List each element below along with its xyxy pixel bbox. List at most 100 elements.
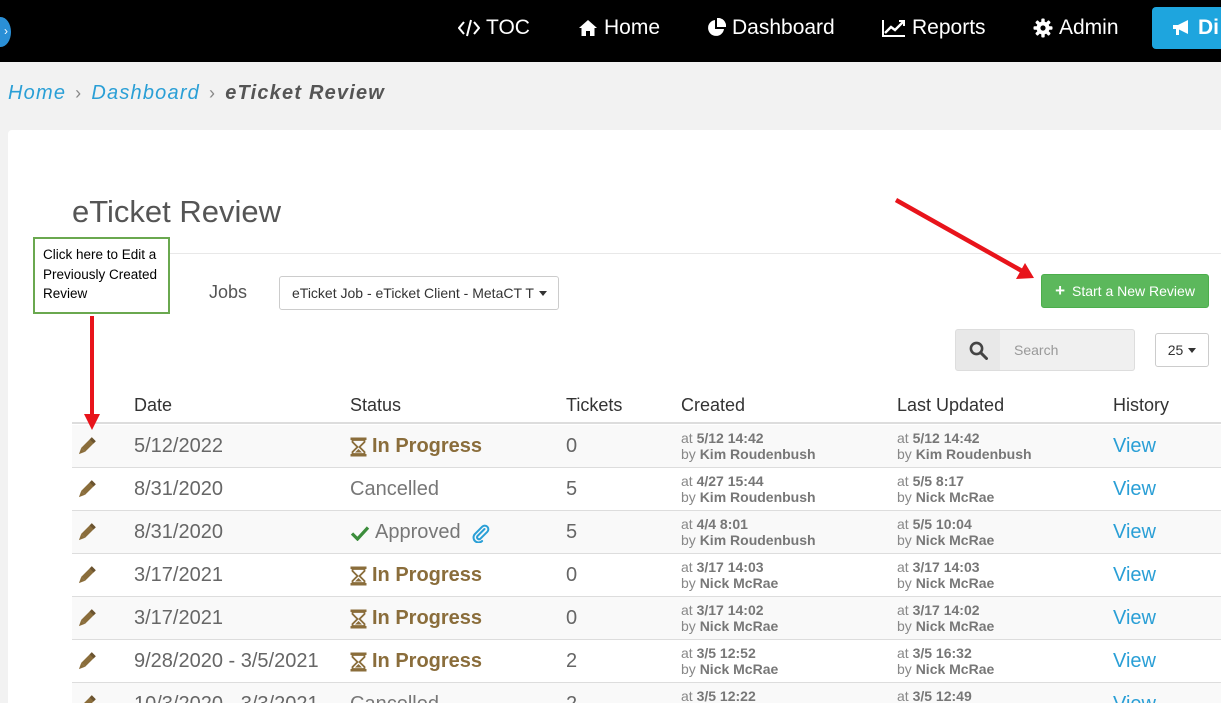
at-label: at	[681, 473, 693, 489]
hourglass-icon	[350, 566, 367, 586]
arrow-icon: ›	[4, 24, 8, 38]
created-user: Nick McRae	[699, 575, 779, 591]
updated-time: 5/5 8:17	[912, 473, 964, 489]
history-view-link[interactable]: View	[1113, 693, 1156, 703]
updated-time: 3/17 14:02	[912, 602, 980, 618]
page-size-dropdown[interactable]: 25	[1155, 333, 1209, 367]
breadcrumb-home[interactable]: Home	[8, 82, 66, 105]
nav-home[interactable]: Home	[578, 14, 660, 42]
table-row: 3/17/2021 In Progress 0 at 3/17 14:03 by Nic…	[72, 554, 1221, 597]
status-text: Cancelled	[350, 478, 439, 500]
created-cell: at 3/17 14:03 by Nick McRae	[681, 559, 778, 591]
tickets-cell: 5	[566, 521, 578, 543]
column-header-last-updated[interactable]: Last Updated	[897, 395, 1004, 416]
nav-admin[interactable]: Admin	[1033, 14, 1119, 42]
updated-time: 3/5 16:32	[912, 645, 972, 661]
announcement-button[interactable]: Di	[1152, 7, 1221, 49]
nav-home-label: Home	[604, 16, 661, 39]
edit-review-button[interactable]	[76, 437, 96, 462]
nav-dashboard[interactable]: Dashboard	[706, 14, 835, 42]
at-label: at	[897, 430, 909, 446]
edit-review-button[interactable]	[76, 480, 96, 505]
pie-chart-icon	[706, 18, 726, 38]
nav-reports[interactable]: Reports	[882, 14, 986, 42]
updated-time-line: at 3/17 14:02	[897, 602, 994, 618]
updated-cell: at 3/5 12:49by Nick McRae	[897, 688, 994, 703]
updated-time: 3/5 12:49	[912, 688, 972, 703]
column-header-date[interactable]: Date	[134, 395, 172, 416]
edit-review-button[interactable]	[76, 695, 96, 703]
status-text: Approved	[375, 521, 461, 543]
breadcrumb: Home › Dashboard › eTicket Review	[8, 82, 385, 105]
created-user-line: by Nick McRae	[681, 618, 778, 634]
history-view-link[interactable]: View	[1113, 564, 1156, 587]
column-header-history[interactable]: History	[1113, 395, 1169, 416]
updated-cell: at 5/12 14:42 by Kim Roudenbush	[897, 430, 1032, 462]
status-text: In Progress	[372, 435, 483, 457]
plus-icon: +	[1055, 281, 1065, 300]
status-text: In Progress	[372, 564, 483, 586]
updated-cell: at 5/5 10:04 by Nick McRae	[897, 516, 994, 548]
created-user: Nick McRae	[699, 618, 779, 634]
table-row: 5/12/2022 In Progress 0 at 5/12 14:42 by Kim…	[72, 425, 1221, 468]
hourglass-icon	[350, 609, 367, 629]
created-cell: at 3/5 12:52 by Nick McRae	[681, 645, 778, 677]
updated-time-line: at 3/17 14:03	[897, 559, 994, 575]
history-view-link[interactable]: View	[1113, 650, 1156, 673]
hourglass-icon	[350, 652, 367, 672]
edit-review-button[interactable]	[76, 523, 96, 548]
pencil-icon	[76, 652, 96, 672]
by-label: by	[897, 661, 912, 677]
tickets-cell: 5	[566, 478, 578, 500]
breadcrumb-current: eTicket Review	[225, 82, 386, 104]
nav-toc[interactable]: TOC	[458, 14, 530, 42]
edit-review-button[interactable]	[76, 652, 96, 677]
created-user: Kim Roudenbush	[699, 446, 816, 462]
caret-down-icon	[538, 290, 547, 296]
by-label: by	[681, 618, 696, 634]
page-title: eTicket Review	[72, 194, 282, 229]
updated-time: 5/5 10:04	[912, 516, 972, 532]
tickets-cell: 0	[566, 607, 578, 629]
history-view-link[interactable]: View	[1113, 607, 1156, 630]
start-new-review-button[interactable]: + Start a New Review	[1041, 274, 1209, 308]
status-text: Cancelled	[350, 693, 439, 703]
history-view-link[interactable]: View	[1113, 521, 1156, 544]
breadcrumb-dashboard[interactable]: Dashboard	[91, 82, 200, 105]
updated-user: Nick McRae	[915, 575, 995, 591]
column-header-tickets[interactable]: Tickets	[566, 395, 622, 416]
paperclip-icon[interactable]	[471, 523, 491, 543]
edit-review-button[interactable]	[76, 609, 96, 634]
at-label: at	[681, 645, 693, 661]
start-new-review-label: Start a New Review	[1072, 283, 1195, 299]
jobs-dropdown[interactable]: eTicket Job - eTicket Client - MetaCT T	[279, 276, 559, 310]
created-time: 4/4 8:01	[696, 516, 748, 532]
by-label: by	[681, 575, 696, 591]
status-cell: Cancelled	[350, 478, 439, 501]
breadcrumb-separator: ›	[209, 83, 217, 103]
by-label: by	[897, 575, 912, 591]
page-size-value: 25	[1167, 342, 1184, 358]
created-user: Kim Roudenbush	[699, 532, 816, 548]
history-view-link[interactable]: View	[1113, 435, 1156, 458]
column-header-status[interactable]: Status	[350, 395, 401, 416]
pencil-icon	[76, 437, 96, 457]
updated-user-line: by Nick McRae	[897, 489, 994, 505]
created-user-line: by Nick McRae	[681, 661, 778, 677]
created-time-line: at 4/27 15:44	[681, 473, 816, 489]
search-input[interactable]	[1000, 329, 1135, 371]
search-button[interactable]	[955, 329, 1001, 371]
status-cell: In Progress	[350, 607, 482, 630]
updated-user: Nick McRae	[915, 618, 995, 634]
by-label: by	[897, 446, 912, 462]
by-label: by	[897, 489, 912, 505]
history-view-link[interactable]: View	[1113, 478, 1156, 501]
created-time-line: at 3/17 14:02	[681, 602, 778, 618]
column-header-created[interactable]: Created	[681, 395, 745, 416]
tickets-cell: 0	[566, 435, 578, 457]
edit-review-button[interactable]	[76, 566, 96, 591]
sidebar-toggle-button[interactable]: ›	[0, 17, 11, 47]
updated-cell: at 5/5 8:17 by Nick McRae	[897, 473, 994, 505]
date-cell: 3/17/2021	[134, 564, 223, 586]
created-cell: at 3/5 12:22by Nick McRae	[681, 688, 778, 703]
